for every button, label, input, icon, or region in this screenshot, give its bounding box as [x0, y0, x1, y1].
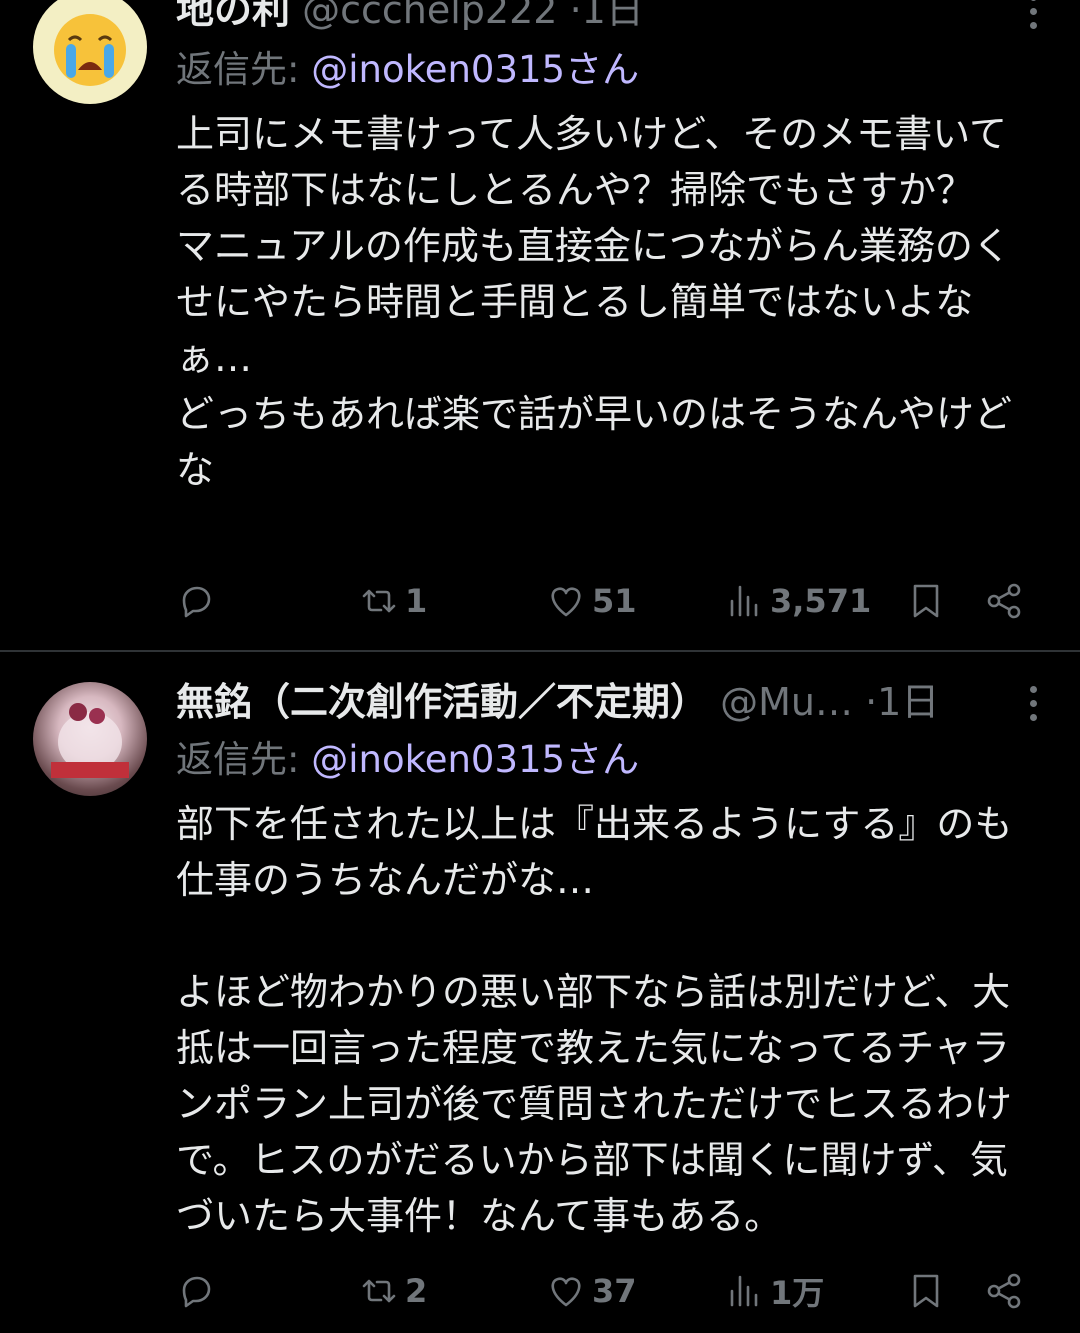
display-name[interactable]: 無銘（二次創作活動／不定期）: [176, 682, 708, 722]
reply-button[interactable]: [176, 576, 222, 626]
user-handle[interactable]: @Mu…: [720, 682, 853, 722]
like-button[interactable]: 37: [546, 1266, 637, 1316]
views-button[interactable]: 1万: [724, 1266, 824, 1316]
more-icon[interactable]: [1028, 686, 1038, 721]
views-icon: [730, 585, 758, 617]
share-button[interactable]: [984, 1266, 1024, 1316]
like-count: 37: [592, 1272, 637, 1310]
reply-to-user-link[interactable]: @inoken0315さん: [311, 48, 639, 91]
reply-icon: [182, 586, 211, 618]
share-icon: [987, 1273, 1021, 1309]
reply-to: 返信先: @inoken0315さん: [176, 740, 639, 780]
timestamp[interactable]: 1日: [582, 0, 644, 30]
crying-face-icon: [54, 14, 126, 86]
retweet-count: 1: [405, 582, 428, 620]
drink-glass-icon: [51, 703, 129, 778]
bookmark-button[interactable]: [906, 1266, 946, 1316]
share-button[interactable]: [984, 576, 1024, 626]
separator-dot: ·: [569, 0, 582, 30]
reply-button[interactable]: [176, 1266, 222, 1316]
display-name[interactable]: 地の利: [176, 0, 290, 30]
retweet-icon: [362, 589, 396, 613]
share-icon: [987, 583, 1021, 619]
separator-dot: ·: [865, 682, 878, 722]
tweet-header: 地の利 @ccchelp222 ·1日: [176, 0, 990, 30]
avatar[interactable]: [33, 0, 147, 104]
reply-icon: [182, 1276, 211, 1308]
reply-to-label: 返信先:: [176, 738, 300, 781]
reply-to-label: 返信先:: [176, 48, 300, 91]
tweet-text: 部下を任された以上は『出来るようにする』のも仕事のうちなんだがな… よほど物わか…: [176, 802, 1013, 1238]
reply-to: 返信先: @inoken0315さん: [176, 50, 639, 90]
timestamp[interactable]: 1日: [877, 682, 939, 722]
like-icon: [551, 587, 581, 617]
tweet[interactable]: 地の利 @ccchelp222 ·1日 返信先: @inoken0315さん 上…: [0, 0, 1080, 652]
tweet[interactable]: 無銘（二次創作活動／不定期） @Mu… ·1日 返信先: @inoken0315…: [0, 652, 1080, 1333]
user-handle[interactable]: @ccchelp222: [302, 0, 557, 30]
like-count: 51: [592, 582, 637, 620]
views-count: 3,571: [770, 582, 872, 620]
action-bar: 2 37 1万: [176, 1266, 1024, 1316]
bookmark-button[interactable]: [906, 576, 946, 626]
like-button[interactable]: 51: [546, 576, 637, 626]
retweet-icon: [362, 1279, 396, 1303]
retweet-button[interactable]: 2: [359, 1266, 427, 1316]
like-icon: [551, 1277, 581, 1307]
avatar[interactable]: [33, 682, 147, 796]
views-icon: [730, 1275, 758, 1307]
views-count: 1万: [770, 1274, 825, 1312]
views-button[interactable]: 3,571: [724, 576, 871, 626]
retweet-count: 2: [405, 1272, 428, 1310]
bookmark-icon: [913, 1274, 939, 1308]
tweet-text: 上司にメモ書けって人多いけど、そのメモ書いてる時部下はなにしとるんや？掃除でもさ…: [176, 112, 1013, 492]
reply-to-user-link[interactable]: @inoken0315さん: [311, 738, 639, 781]
retweet-button[interactable]: 1: [359, 576, 427, 626]
bookmark-icon: [913, 584, 939, 618]
action-bar: 1 51 3,571: [176, 576, 1024, 626]
tweet-header: 無銘（二次創作活動／不定期） @Mu… ·1日: [176, 682, 990, 722]
more-icon[interactable]: [1028, 0, 1038, 29]
